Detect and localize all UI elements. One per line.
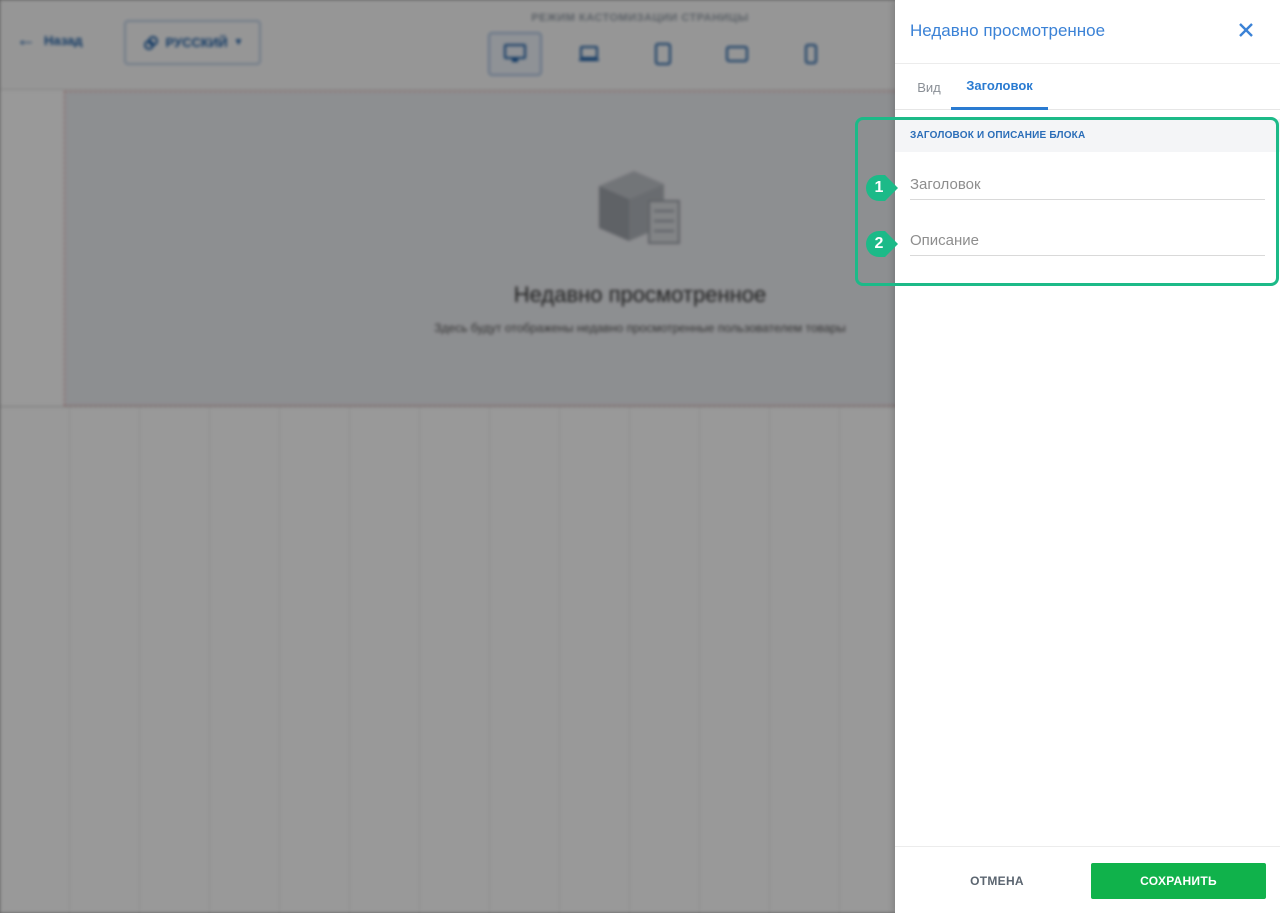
marker-number: 2 [874, 235, 884, 252]
annotation-marker-2: 2 [866, 231, 898, 257]
close-icon [1239, 23, 1253, 37]
panel-tabs: Вид Заголовок [895, 64, 1280, 110]
cancel-button[interactable]: ОТМЕНА [935, 863, 1059, 899]
annotation-highlight-frame [855, 117, 1279, 286]
close-button[interactable] [1232, 16, 1260, 44]
annotation-marker-1: 1 [866, 175, 898, 201]
marker-number: 1 [874, 179, 884, 196]
save-button[interactable]: СОХРАНИТЬ [1091, 863, 1266, 899]
tab-view[interactable]: Вид [907, 64, 951, 110]
panel-header: Недавно просмотренное [895, 0, 1280, 64]
tab-heading[interactable]: Заголовок [951, 64, 1048, 110]
panel-footer: ОТМЕНА СОХРАНИТЬ [895, 846, 1280, 913]
panel-title: Недавно просмотренное [910, 21, 1106, 40]
